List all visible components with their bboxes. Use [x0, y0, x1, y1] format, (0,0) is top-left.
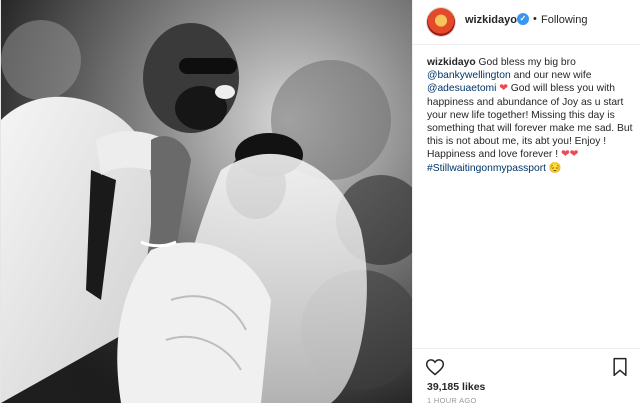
mention-link[interactable]: @bankywellington [427, 70, 511, 81]
post-timestamp[interactable]: 1 HOUR AGO [427, 396, 477, 405]
separator-dot: • [533, 13, 537, 25]
post-header: wizkidayo ✓ • Following [413, 0, 640, 45]
caption-text: and our new wife [510, 70, 592, 82]
post-photo[interactable] [1, 0, 412, 403]
bookmark-outline-icon[interactable] [611, 357, 629, 377]
hashtag-link[interactable]: #Stillwaitingonmypassport [427, 163, 546, 174]
mention-link[interactable]: @adesuaetomi [427, 83, 496, 94]
heart-emoji: ❤ [496, 83, 508, 95]
caption-text: God bless my big bro [475, 57, 576, 68]
post-actions: 39,185 likes 1 HOUR AGO [413, 348, 640, 405]
sad-emoji: 😔 [546, 162, 562, 174]
header-username[interactable]: wizkidayo [465, 14, 517, 26]
likes-count[interactable]: 39,185 likes [427, 381, 485, 393]
wedding-photo-illustration [1, 0, 412, 403]
post-side-panel: wizkidayo ✓ • Following wizkidayo God bl… [412, 0, 640, 405]
caption-author[interactable]: wizkidayo [427, 57, 476, 68]
heart-outline-icon[interactable] [425, 357, 445, 377]
post-caption: wizkidayo God bless my big bro @bankywel… [427, 56, 633, 175]
following-button[interactable]: Following [541, 14, 587, 26]
heart-emoji: ❤❤ [560, 149, 579, 161]
verified-badge-icon: ✓ [517, 13, 529, 25]
avatar[interactable] [427, 8, 455, 36]
caption-text: God will bless you with happiness and ab… [427, 83, 633, 161]
post-card: wizkidayo ✓ • Following wizkidayo God bl… [0, 0, 640, 405]
